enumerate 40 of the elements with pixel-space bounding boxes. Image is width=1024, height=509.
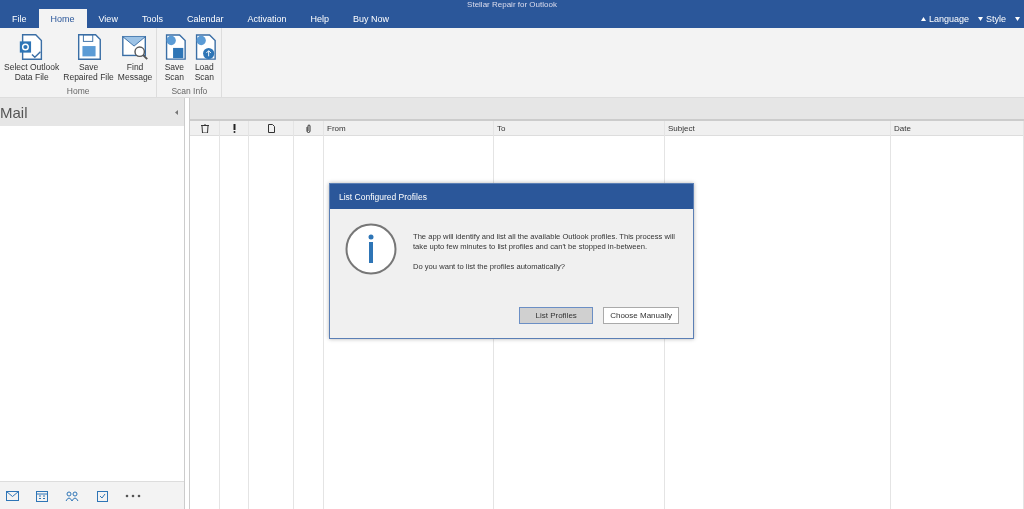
trash-icon[interactable] — [200, 123, 209, 133]
menu-tab[interactable]: File — [0, 10, 39, 28]
task-icon[interactable] — [97, 489, 108, 502]
group-label: Home — [66, 86, 90, 96]
menu-option[interactable]: Style — [986, 14, 1006, 24]
ribbon-button[interactable]: Select Outlook Data File — [2, 30, 62, 84]
sidebar-title: Mail — [0, 103, 28, 121]
window-title: Stellar Repair for Outlook — [466, 0, 558, 10]
dialog-button[interactable]: List Profiles — [519, 307, 594, 324]
people-icon[interactable] — [65, 490, 80, 501]
ribbon-button[interactable]: Save Scan — [159, 30, 190, 84]
dialog-title: List Configured Profiles — [339, 191, 427, 202]
menu-tab[interactable]: View — [86, 10, 130, 28]
calendar-icon[interactable] — [36, 489, 48, 502]
column-header[interactable]: Date — [894, 123, 911, 133]
exclamation-icon[interactable] — [232, 123, 236, 133]
column-header[interactable]: Subject — [668, 123, 695, 133]
ribbon-button[interactable]: Find Message — [115, 30, 155, 84]
caret-up-icon[interactable] — [920, 17, 926, 21]
caret-down-icon[interactable] — [1015, 17, 1020, 21]
menu-tab[interactable]: Activation — [235, 10, 299, 28]
menu-option[interactable]: Language — [928, 14, 969, 24]
menu-tab[interactable]: Calendar — [174, 10, 236, 28]
caret-down-icon[interactable] — [978, 17, 983, 21]
info-icon — [345, 223, 397, 275]
collapse-icon[interactable] — [175, 109, 178, 115]
paperclip-icon[interactable] — [306, 123, 311, 133]
dialog-button[interactable]: Choose Manually — [603, 307, 679, 324]
menu-tab[interactable]: Home — [38, 9, 87, 28]
ribbon-button[interactable]: Save Repaired File — [61, 30, 116, 84]
menu-tab[interactable]: Tools — [129, 10, 175, 28]
ribbon-button[interactable]: Load Scan — [189, 30, 220, 84]
menu-tab[interactable]: Buy Now — [341, 10, 401, 28]
menu-tab[interactable]: Help — [298, 10, 341, 28]
mail-icon[interactable] — [6, 490, 19, 501]
document-icon[interactable] — [267, 123, 275, 133]
more-icon[interactable] — [125, 493, 141, 498]
group-label: Scan Info — [171, 86, 208, 96]
column-header[interactable]: To — [497, 123, 506, 133]
column-header[interactable]: From — [327, 123, 346, 133]
